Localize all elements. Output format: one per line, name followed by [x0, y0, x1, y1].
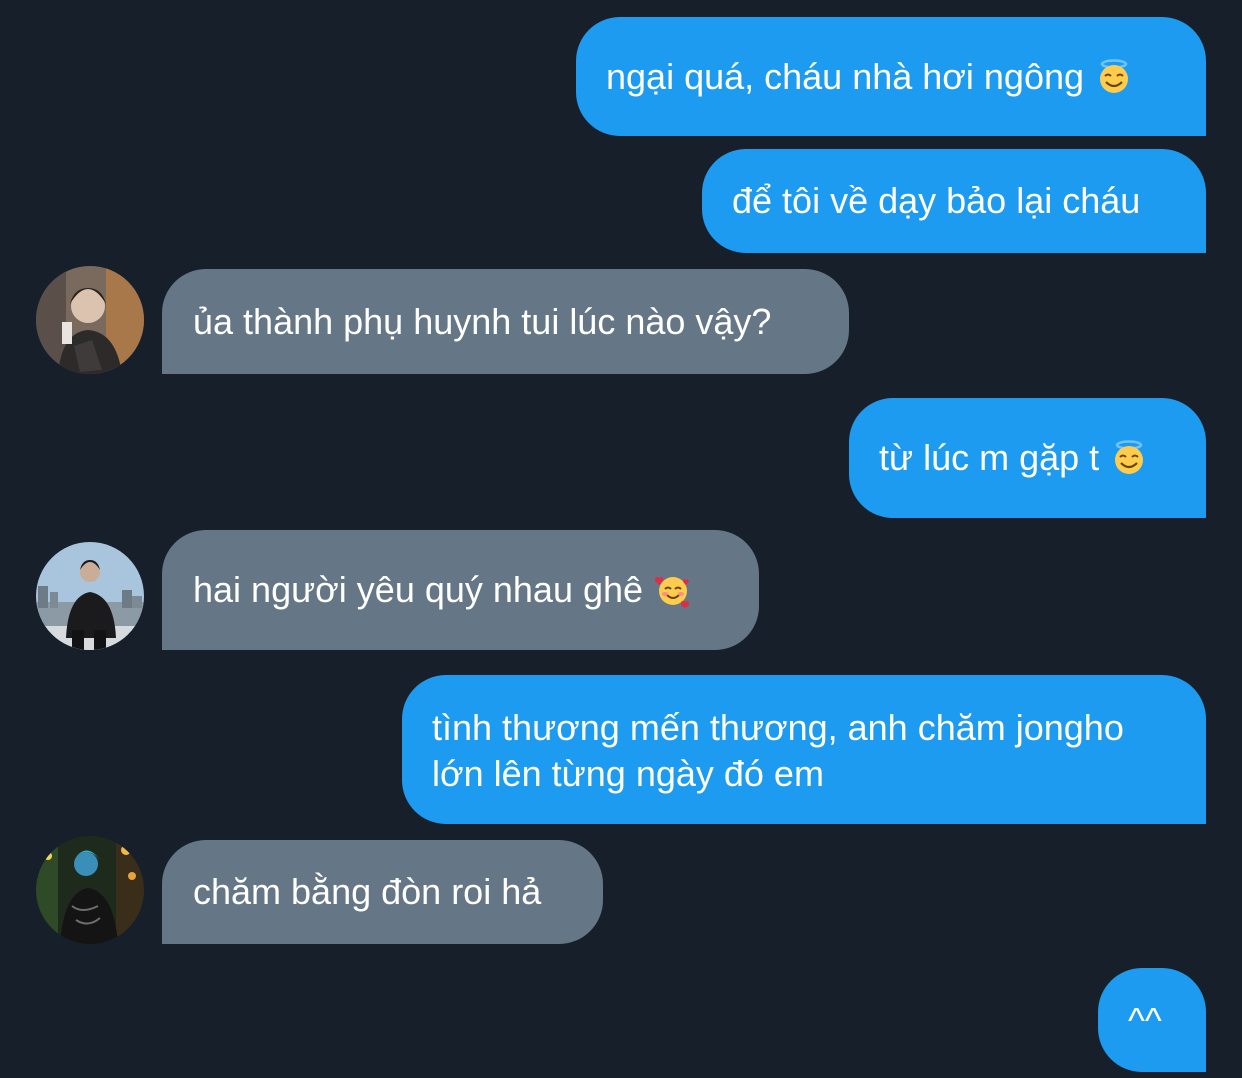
avatar[interactable]	[36, 266, 144, 374]
smiling-face-with-halo-icon	[1111, 440, 1147, 476]
message-text: ^^	[1128, 1000, 1162, 1041]
sent-message-bubble[interactable]: tình thương mến thương, anh chăm jongho …	[402, 675, 1206, 824]
received-message-bubble[interactable]: ủa thành phụ huynh tui lúc nào vậy?	[162, 269, 849, 374]
message-text: từ lúc m gặp t	[879, 437, 1100, 478]
message-text: hai người yêu quý nhau ghê	[193, 569, 644, 610]
smiling-face-with-halo-icon	[1096, 58, 1132, 95]
received-message-bubble[interactable]: chăm bằng đòn roi hả	[162, 840, 603, 944]
message-text-line: tình thương mến thương, anh chăm jongho	[432, 707, 1124, 748]
message-text: chăm bằng đòn roi hả	[193, 871, 542, 912]
message-text: để tôi về dạy bảo lại cháu	[732, 180, 1141, 221]
sent-message-bubble[interactable]: ^^	[1098, 968, 1206, 1072]
avatar[interactable]	[36, 836, 144, 944]
sent-message-bubble[interactable]: ngại quá, cháu nhà hơi ngông	[576, 17, 1206, 136]
sent-message-bubble[interactable]: để tôi về dạy bảo lại cháu	[702, 149, 1206, 253]
avatar[interactable]	[36, 542, 144, 650]
chat-thread: ngại quá, cháu nhà hơi ngông để tôi về d…	[0, 0, 1242, 1078]
message-text: ngại quá, cháu nhà hơi ngông	[606, 55, 1085, 97]
smiling-face-with-hearts-icon	[654, 572, 691, 608]
received-message-bubble[interactable]: hai người yêu quý nhau ghê	[162, 530, 759, 650]
message-text: ủa thành phụ huynh tui lúc nào vậy?	[193, 300, 772, 342]
message-text-line: lớn lên từng ngày đó em	[432, 753, 824, 794]
sent-message-bubble[interactable]: từ lúc m gặp t	[849, 398, 1206, 518]
